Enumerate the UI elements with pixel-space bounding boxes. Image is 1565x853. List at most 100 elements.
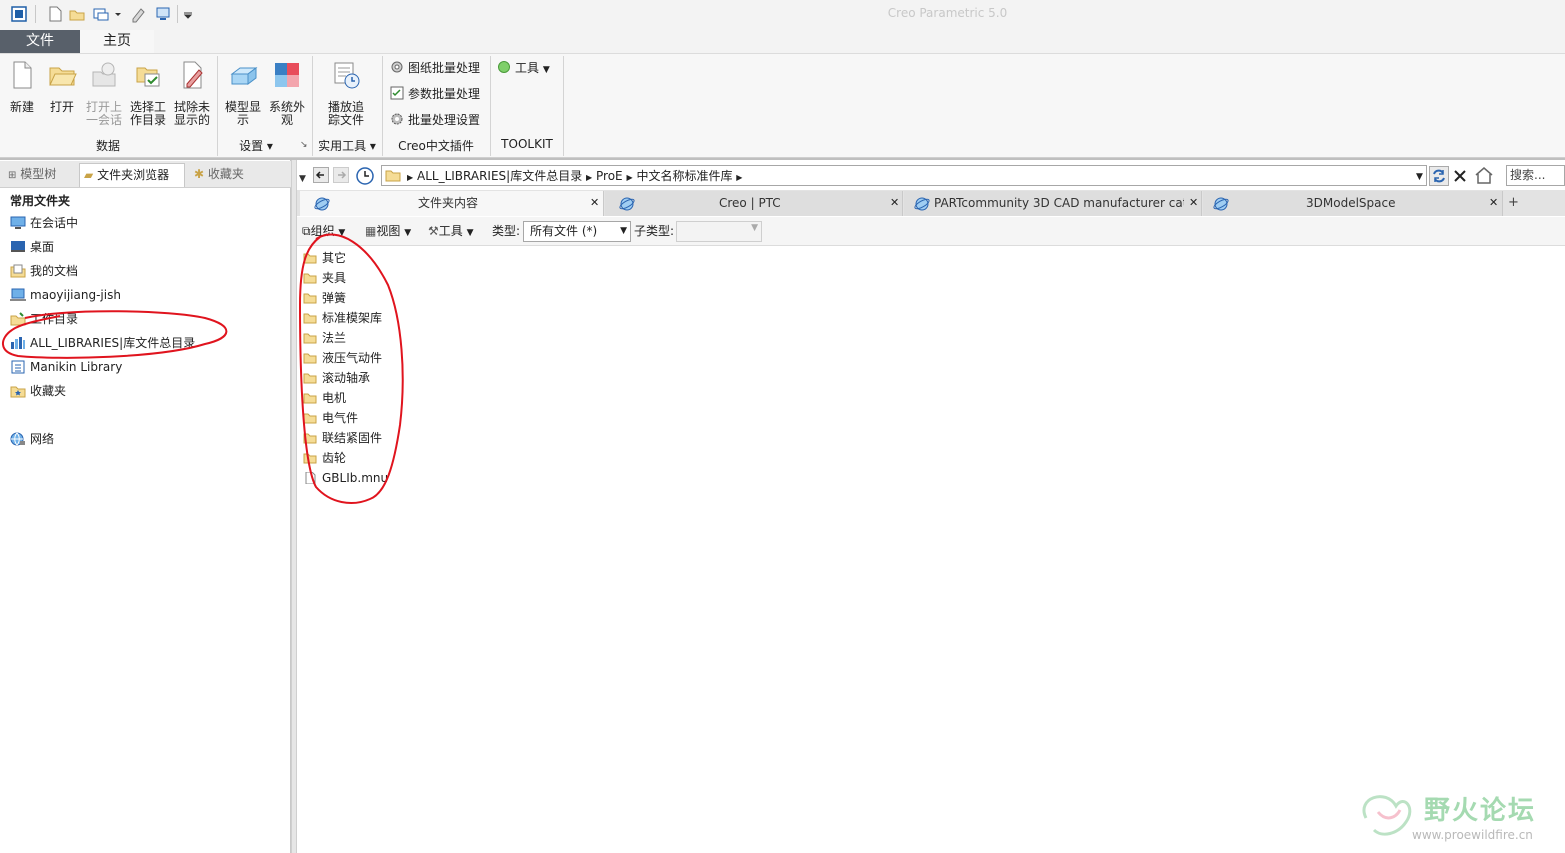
tools-menu[interactable]: ⚒工具 ▼ [428,223,474,241]
tab-model-tree[interactable]: ⊞ 模型树 [4,163,74,187]
breadcrumb-separator-icon: ▶ [407,173,414,182]
drawing-batch-button[interactable]: 图纸批量处理 [390,58,480,78]
folder-browser-label: 文件夹浏览器 [97,168,170,182]
customize-dropdown-icon[interactable] [182,5,194,23]
chevron-down-icon[interactable] [113,5,123,23]
tab-folder-browser[interactable]: ▰ 文件夹浏览器 [79,163,185,187]
panel-splitter[interactable] [291,160,297,853]
breadcrumb-separator-icon: ▶ [736,173,743,182]
folder-favorites[interactable]: 收藏夹 [10,380,66,402]
open-last-label-2: 一会话 [85,113,122,127]
batch-settings-label: 批量处理设置 [408,113,481,127]
tab-folder-contents[interactable]: 文件夹内容 ✕ [300,191,604,216]
chevron-down-icon: ▼ [620,226,627,236]
file-type-value: 所有文件 (*) [530,224,598,238]
breadcrumb-separator-icon: ▶ [626,173,633,182]
group-separator [312,56,313,156]
history-icon[interactable] [355,166,375,186]
toolkit-tools-menu[interactable]: 工具 ▼ [497,58,550,78]
tab-file[interactable]: 文件 [0,30,80,53]
collapse-arrow-icon[interactable]: ▼ [299,174,306,184]
group-label-creo-cn: Creo中文插件 [398,139,474,153]
common-folders-heading: 常用文件夹 [10,194,71,208]
batch-settings-button[interactable]: 批量处理设置 [390,110,480,130]
system-appearance-label-2: 观 [280,113,293,127]
file-subtype-select[interactable]: ▼ [676,221,762,242]
refresh-icon[interactable] [1429,166,1449,186]
green-circle-icon [498,61,510,73]
regenerate-icon[interactable] [130,5,148,23]
folder-label: 收藏夹 [30,384,67,398]
tab-favorites[interactable]: ✱ 收藏夹 [190,163,262,187]
breadcrumb-item[interactable]: ALL_LIBRARIES|库文件总目录 [417,169,582,183]
search-input[interactable]: 搜索... [1506,165,1565,186]
param-batch-label: 参数批量处理 [408,87,481,101]
open-button[interactable]: 打开 [44,60,80,114]
home-icon[interactable] [1473,164,1495,186]
tab-label: 文件夹内容 [418,196,479,210]
breadcrumb-item[interactable]: ProE [596,169,623,183]
breadcrumb-item[interactable]: 中文名称标准件库 [636,169,732,183]
folder-label: 桌面 [30,240,55,254]
windows-icon[interactable] [154,5,172,23]
model-display-icon [230,67,258,85]
select-working-dir-button[interactable]: 选择工 作目录 [128,60,168,127]
toolkit-tools-label: 工具 [515,61,540,75]
new-button[interactable]: 新建 [4,60,40,114]
file-type-select[interactable]: 所有文件 (*) ▼ [523,221,631,242]
new-file-icon[interactable] [46,5,64,23]
folder-in-session[interactable]: 在会话中 [10,212,78,234]
chevron-down-icon: ▼ [542,65,550,75]
stop-icon[interactable] [1451,166,1469,186]
forward-arrow-icon[interactable] [333,167,349,183]
window-icon[interactable] [92,5,110,23]
erase-not-displayed-button[interactable]: 拭除未 显示的 [172,60,212,127]
tab-partcommunity[interactable]: PARTcommunity 3D CAD manufacturer catalo… [904,191,1202,216]
folder-browser-icon: ▰ [84,168,94,182]
folder-icon [385,170,401,182]
close-icon[interactable]: ✕ [1489,191,1498,215]
open-folder-icon[interactable] [68,5,86,23]
play-trail-label-2: 踪文件 [327,113,364,127]
tools-icon: ⚒ [428,224,439,238]
tab-home[interactable]: 主页 [80,30,154,54]
trail-file-icon [334,62,360,89]
group-label-data: 数据 [95,139,120,153]
folder-label: 网络 [30,432,55,446]
annotation-circle-files [298,233,404,504]
model-display-label-2: 示 [236,113,249,127]
browser-icon [914,197,930,211]
browser-icon [1213,197,1229,211]
tab-3dmodelspace[interactable]: 3DModelSpace ✕ [1203,191,1503,216]
new-tab-icon[interactable]: + [1508,195,1519,210]
drawing-batch-icon [391,61,403,73]
group-separator [563,56,564,156]
breadcrumb: ▶ ALL_LIBRARIES|库文件总目录 ▶ ProE ▶ 中文名称标准件库… [407,168,742,186]
model-display-button[interactable]: 模型显 示 [222,60,264,127]
tab-creo-ptc[interactable]: Creo | PTC ✕ [605,191,903,216]
app-menu-icon[interactable] [10,5,28,23]
group-label-settings[interactable]: 设置 ▾ [222,137,290,155]
browser-icon [619,197,635,211]
play-trail-file-button[interactable]: 播放追 踪文件 [322,60,370,127]
network-icon [10,432,25,446]
folder-network[interactable]: 网络 [10,428,54,450]
address-dropdown-icon[interactable]: ▼ [1416,172,1423,182]
group-label-utilities[interactable]: 实用工具 ▾ [314,137,380,155]
param-batch-button[interactable]: 参数批量处理 [390,84,480,104]
folder-my-documents[interactable]: 我的文档 [10,260,78,282]
open-last-session-button[interactable]: 打开上 一会话 [84,60,124,127]
close-icon[interactable]: ✕ [1189,191,1198,215]
documents-icon [10,264,26,278]
favorites-star-icon: ✱ [194,167,205,181]
window-title: Creo Parametric 5.0 [887,6,1008,20]
favorites-tab-label: 收藏夹 [207,167,244,181]
system-appearance-button[interactable]: 系统外 观 [266,60,308,127]
back-arrow-icon[interactable] [313,167,329,183]
watermark-logo-icon [1362,795,1412,836]
folder-desktop[interactable]: 桌面 [10,236,54,258]
monitor-icon [10,216,26,229]
close-icon[interactable]: ✕ [590,191,599,215]
close-icon[interactable]: ✕ [890,191,899,215]
dialog-launcher-icon[interactable]: ↘ [300,140,308,150]
